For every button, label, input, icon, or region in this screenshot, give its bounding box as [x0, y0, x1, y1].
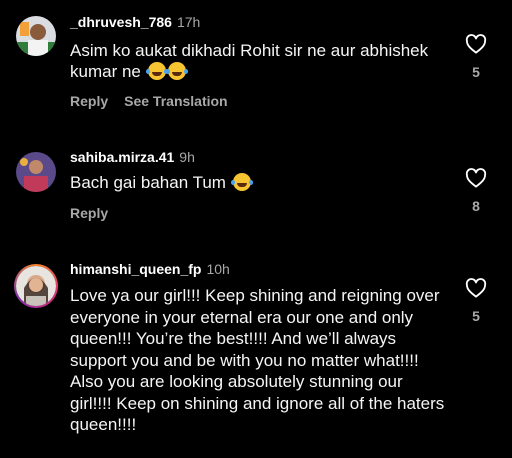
heart-outline-icon[interactable] [465, 34, 487, 54]
like-count: 8 [472, 198, 480, 214]
like-count: 5 [472, 308, 480, 324]
laughing-tears-emoji [145, 62, 166, 80]
avatar [16, 266, 56, 306]
reply-button[interactable]: Reply [70, 93, 108, 109]
see-translation-button[interactable]: See Translation [124, 93, 227, 109]
timestamp: 10h [206, 261, 230, 277]
heart-outline-icon[interactable] [465, 278, 487, 298]
comment-text: Bach gai bahan Tum [70, 172, 450, 193]
comment-body: Asim ko aukat dikhadi Rohit sir ne aur a… [70, 41, 429, 81]
comment-meta: himanshi_queen_fp 10h [70, 261, 230, 277]
like-control: 8 [464, 168, 488, 214]
comment-actions: Reply See Translation [70, 93, 244, 109]
comment-item: sahiba.mirza.41 9h Bach gai bahan Tum Rep… [0, 140, 512, 240]
comment-text: Asim ko aukat dikhadi Rohit sir ne aur a… [70, 40, 450, 82]
comment-body: Love ya our girl!!! Keep shining and rei… [70, 286, 445, 434]
reply-button[interactable]: Reply [70, 205, 108, 221]
comment-actions: Reply [70, 205, 124, 221]
comment-item: himanshi_queen_fp 10h Love ya our girl!!!… [0, 252, 512, 458]
laughing-tears-emoji [165, 62, 186, 80]
comment-meta: _dhruvesh_786 17h [70, 14, 200, 30]
username[interactable]: himanshi_queen_fp [70, 261, 201, 277]
avatar-story-ring[interactable] [14, 264, 58, 308]
avatar[interactable] [16, 152, 56, 192]
laughing-tears-emoji [230, 173, 251, 191]
comment-body: Bach gai bahan Tum [70, 173, 226, 192]
like-control: 5 [464, 278, 488, 324]
heart-outline-icon[interactable] [465, 168, 487, 188]
comment-text: Love ya our girl!!! Keep shining and rei… [70, 285, 445, 436]
username[interactable]: _dhruvesh_786 [70, 14, 172, 30]
comment-meta: sahiba.mirza.41 9h [70, 149, 195, 165]
like-count: 5 [472, 64, 480, 80]
like-control: 5 [464, 34, 488, 80]
username[interactable]: sahiba.mirza.41 [70, 149, 174, 165]
comment-item: _dhruvesh_786 17h Asim ko aukat dikhadi R… [0, 0, 512, 120]
timestamp: 17h [176, 14, 201, 30]
timestamp: 9h [179, 149, 195, 165]
avatar[interactable] [16, 16, 56, 56]
